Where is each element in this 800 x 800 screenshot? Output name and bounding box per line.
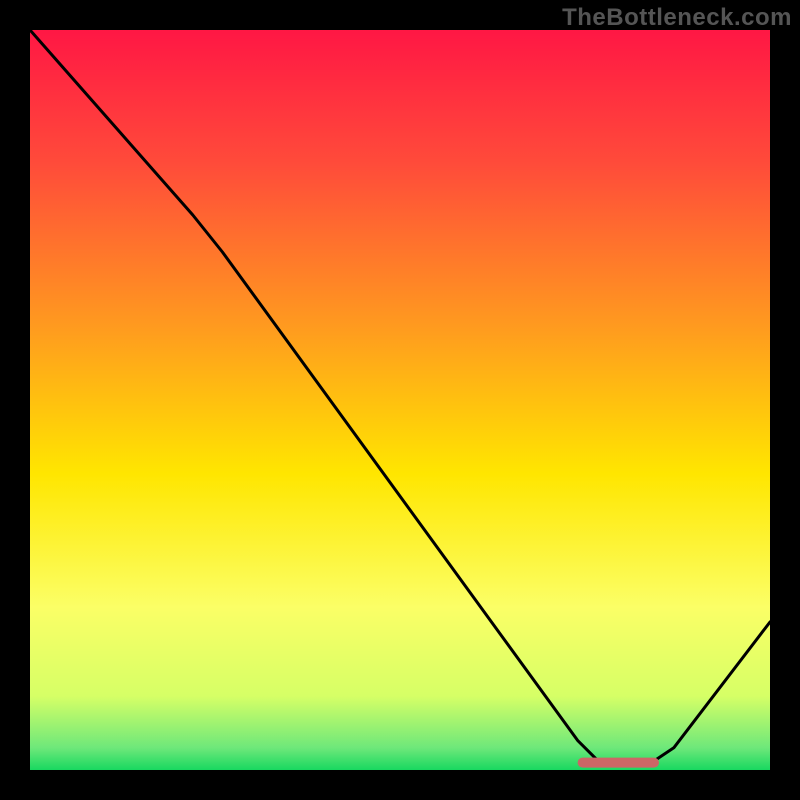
- gradient-background: [30, 30, 770, 770]
- chart-frame: [30, 30, 770, 770]
- watermark-text: TheBottleneck.com: [562, 4, 792, 32]
- bottleneck-chart: [30, 30, 770, 770]
- optimal-zone-marker: [578, 758, 659, 768]
